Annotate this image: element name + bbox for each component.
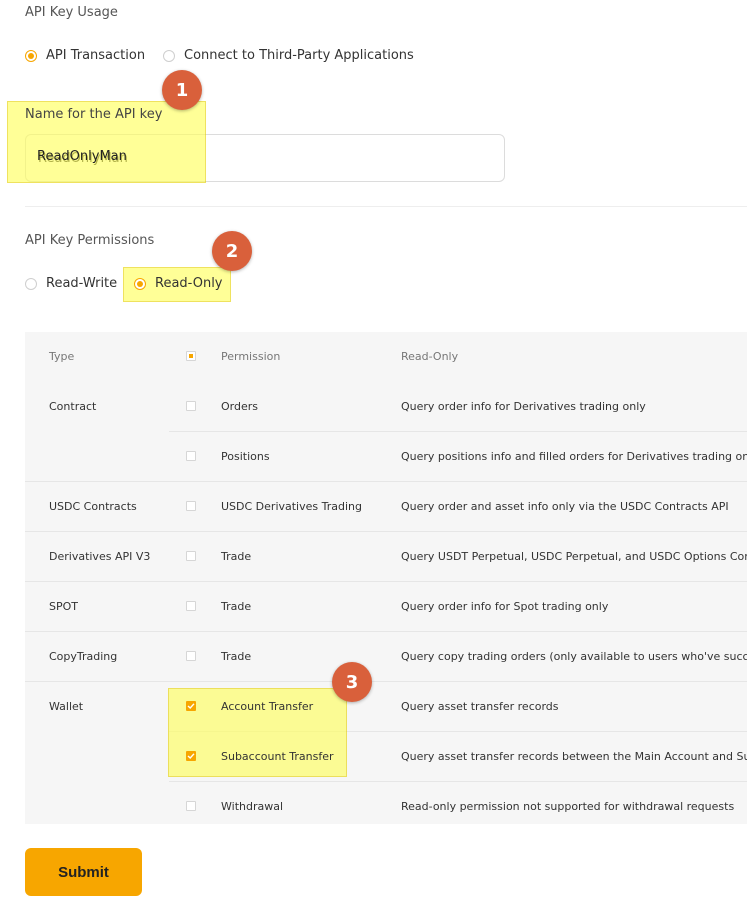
row-type: CopyTrading — [49, 650, 118, 663]
row-divider — [25, 481, 747, 482]
row-permission: Trade — [221, 550, 252, 563]
row-description: Query positions info and filled orders f… — [401, 450, 747, 463]
row-type: Derivatives API V3 — [49, 550, 151, 563]
row-divider — [25, 531, 747, 532]
api-key-name-label: Name for the API key — [25, 107, 163, 122]
submit-button[interactable]: Submit — [25, 848, 142, 896]
column-header-permission: Permission — [221, 350, 281, 363]
section-divider — [25, 206, 747, 207]
row-permission: Trade — [221, 650, 252, 663]
radio-third-party-label: Connect to Third-Party Applications — [184, 48, 414, 63]
radio-api-transaction[interactable]: API Transaction — [25, 48, 145, 63]
check-icon — [187, 753, 195, 759]
row-description: Query asset transfer records — [401, 700, 559, 713]
permission-checkbox[interactable] — [186, 401, 196, 411]
row-permission: Orders — [221, 400, 258, 413]
row-type: Wallet — [49, 700, 84, 713]
radio-api-transaction-label: API Transaction — [46, 48, 146, 63]
row-permission: Subaccount Transfer — [221, 750, 334, 763]
row-type: Contract — [49, 400, 97, 413]
usage-title: API Key Usage — [25, 5, 118, 20]
row-description: Read-only permission not supported for w… — [401, 800, 735, 813]
row-permission: USDC Derivatives Trading — [221, 500, 362, 513]
radio-selected-icon — [134, 277, 146, 290]
row-description: Query USDT Perpetual, USDC Perpetual, an… — [401, 550, 747, 563]
radio-third-party[interactable]: Connect to Third-Party Applications — [163, 48, 414, 63]
permission-checkbox[interactable] — [186, 651, 196, 661]
row-divider — [169, 781, 747, 782]
row-permission: Positions — [221, 450, 270, 463]
select-all-checkbox[interactable] — [186, 351, 196, 361]
radio-read-only-label: Read-Only — [155, 276, 223, 291]
permission-checkbox[interactable] — [186, 501, 196, 511]
permission-checkbox-checked[interactable] — [186, 751, 196, 761]
row-divider — [25, 681, 747, 682]
row-description: Query order info for Derivatives trading… — [401, 400, 646, 413]
row-description: Query order and asset info only via the … — [401, 500, 729, 513]
permission-checkbox[interactable] — [186, 451, 196, 461]
permission-checkbox[interactable] — [186, 551, 196, 561]
radio-read-write-label: Read-Write — [46, 276, 118, 291]
column-header-read-only: Read-Only — [401, 350, 459, 363]
row-divider — [25, 581, 747, 582]
column-header-type: Type — [49, 350, 75, 363]
radio-unselected-icon — [163, 49, 175, 62]
permission-checkbox[interactable] — [186, 601, 196, 611]
annotation-badge-1: 1 — [162, 70, 202, 110]
row-divider — [169, 431, 747, 432]
permission-checkbox-checked[interactable] — [186, 701, 196, 711]
row-permission: Account Transfer — [221, 700, 314, 713]
row-divider — [25, 631, 747, 632]
radio-selected-icon — [25, 49, 37, 62]
radio-unselected-icon — [25, 277, 37, 290]
permission-checkbox[interactable] — [186, 801, 196, 811]
row-type: SPOT — [49, 600, 78, 613]
row-permission: Withdrawal — [221, 800, 284, 813]
annotation-badge-3: 3 — [332, 662, 372, 702]
radio-read-only[interactable]: Read-Only — [134, 276, 223, 291]
row-description: Query asset transfer records between the… — [401, 750, 747, 763]
row-description: Query order info for Spot trading only — [401, 600, 609, 613]
radio-read-write[interactable]: Read-Write — [25, 276, 117, 291]
row-type: USDC Contracts — [49, 500, 137, 513]
permissions-title: API Key Permissions — [25, 233, 155, 248]
check-icon — [187, 703, 195, 709]
row-description: Query copy trading orders (only availabl… — [401, 650, 747, 663]
row-permission: Trade — [221, 600, 252, 613]
annotation-badge-2: 2 — [212, 231, 252, 271]
